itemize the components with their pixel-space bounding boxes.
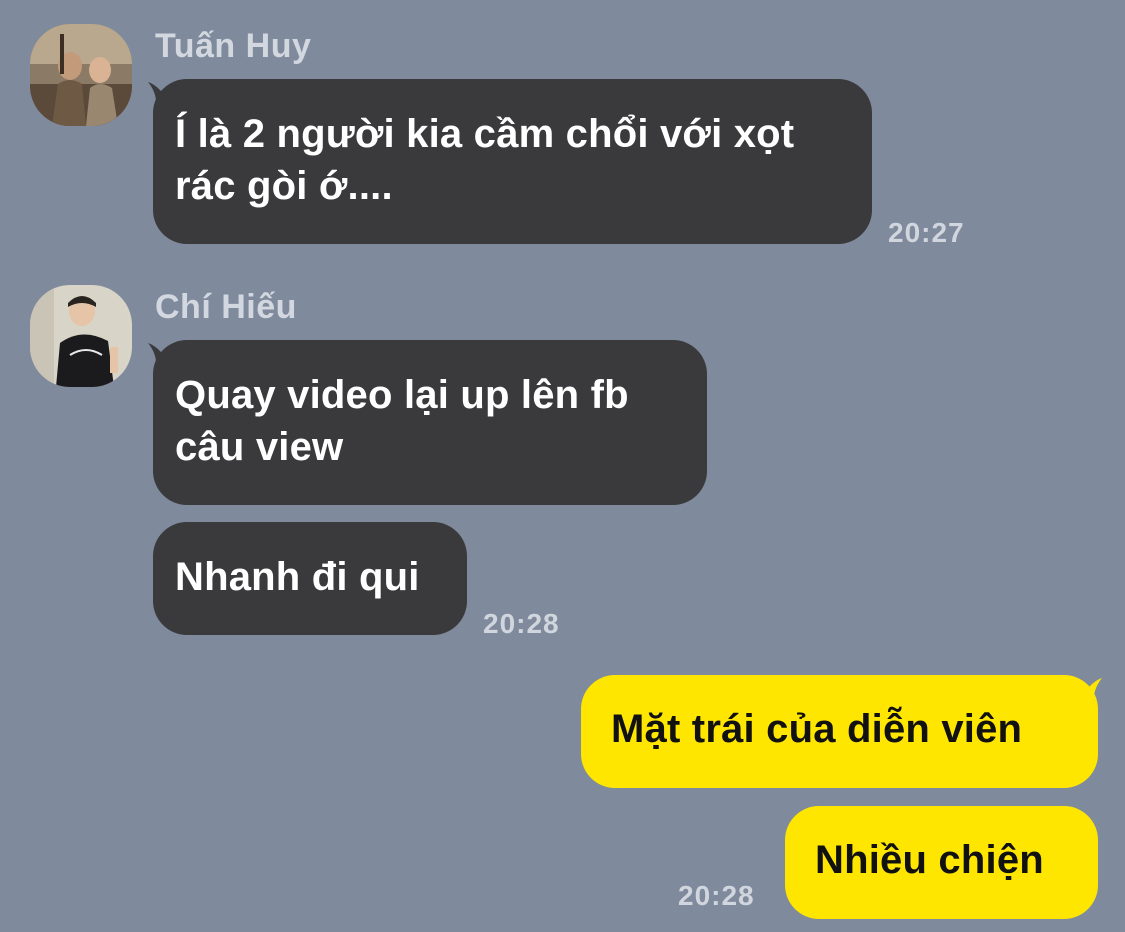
message-bubble-outgoing[interactable]: Mặt trái của diễn viên [581, 675, 1098, 788]
message-bubble-outgoing[interactable]: Nhiều chiện [785, 806, 1098, 919]
message-timestamp: 20:28 [483, 608, 560, 639]
message-timestamp: 20:27 [888, 217, 965, 248]
message-bubble-incoming[interactable]: Nhanh đi qui [153, 522, 467, 635]
avatar-tuan-huy[interactable] [30, 24, 132, 126]
message-timestamp: 20:28 [678, 880, 755, 911]
avatar-chi-hieu[interactable] [30, 285, 132, 387]
sender-name: Tuấn Huy [155, 27, 312, 65]
avatar-photo-icon [30, 24, 132, 126]
sender-name: Chí Hiếu [155, 288, 297, 326]
message-bubble-incoming[interactable]: Í là 2 người kia cầm chổi với xọt rác gò… [153, 79, 872, 244]
chat-message-list: Tuấn Huy Í là 2 người kia cầm chổi với x… [0, 0, 1125, 932]
message-bubble-incoming[interactable]: Quay video lại up lên fb câu view [153, 340, 707, 505]
avatar-photo-icon [30, 285, 132, 387]
